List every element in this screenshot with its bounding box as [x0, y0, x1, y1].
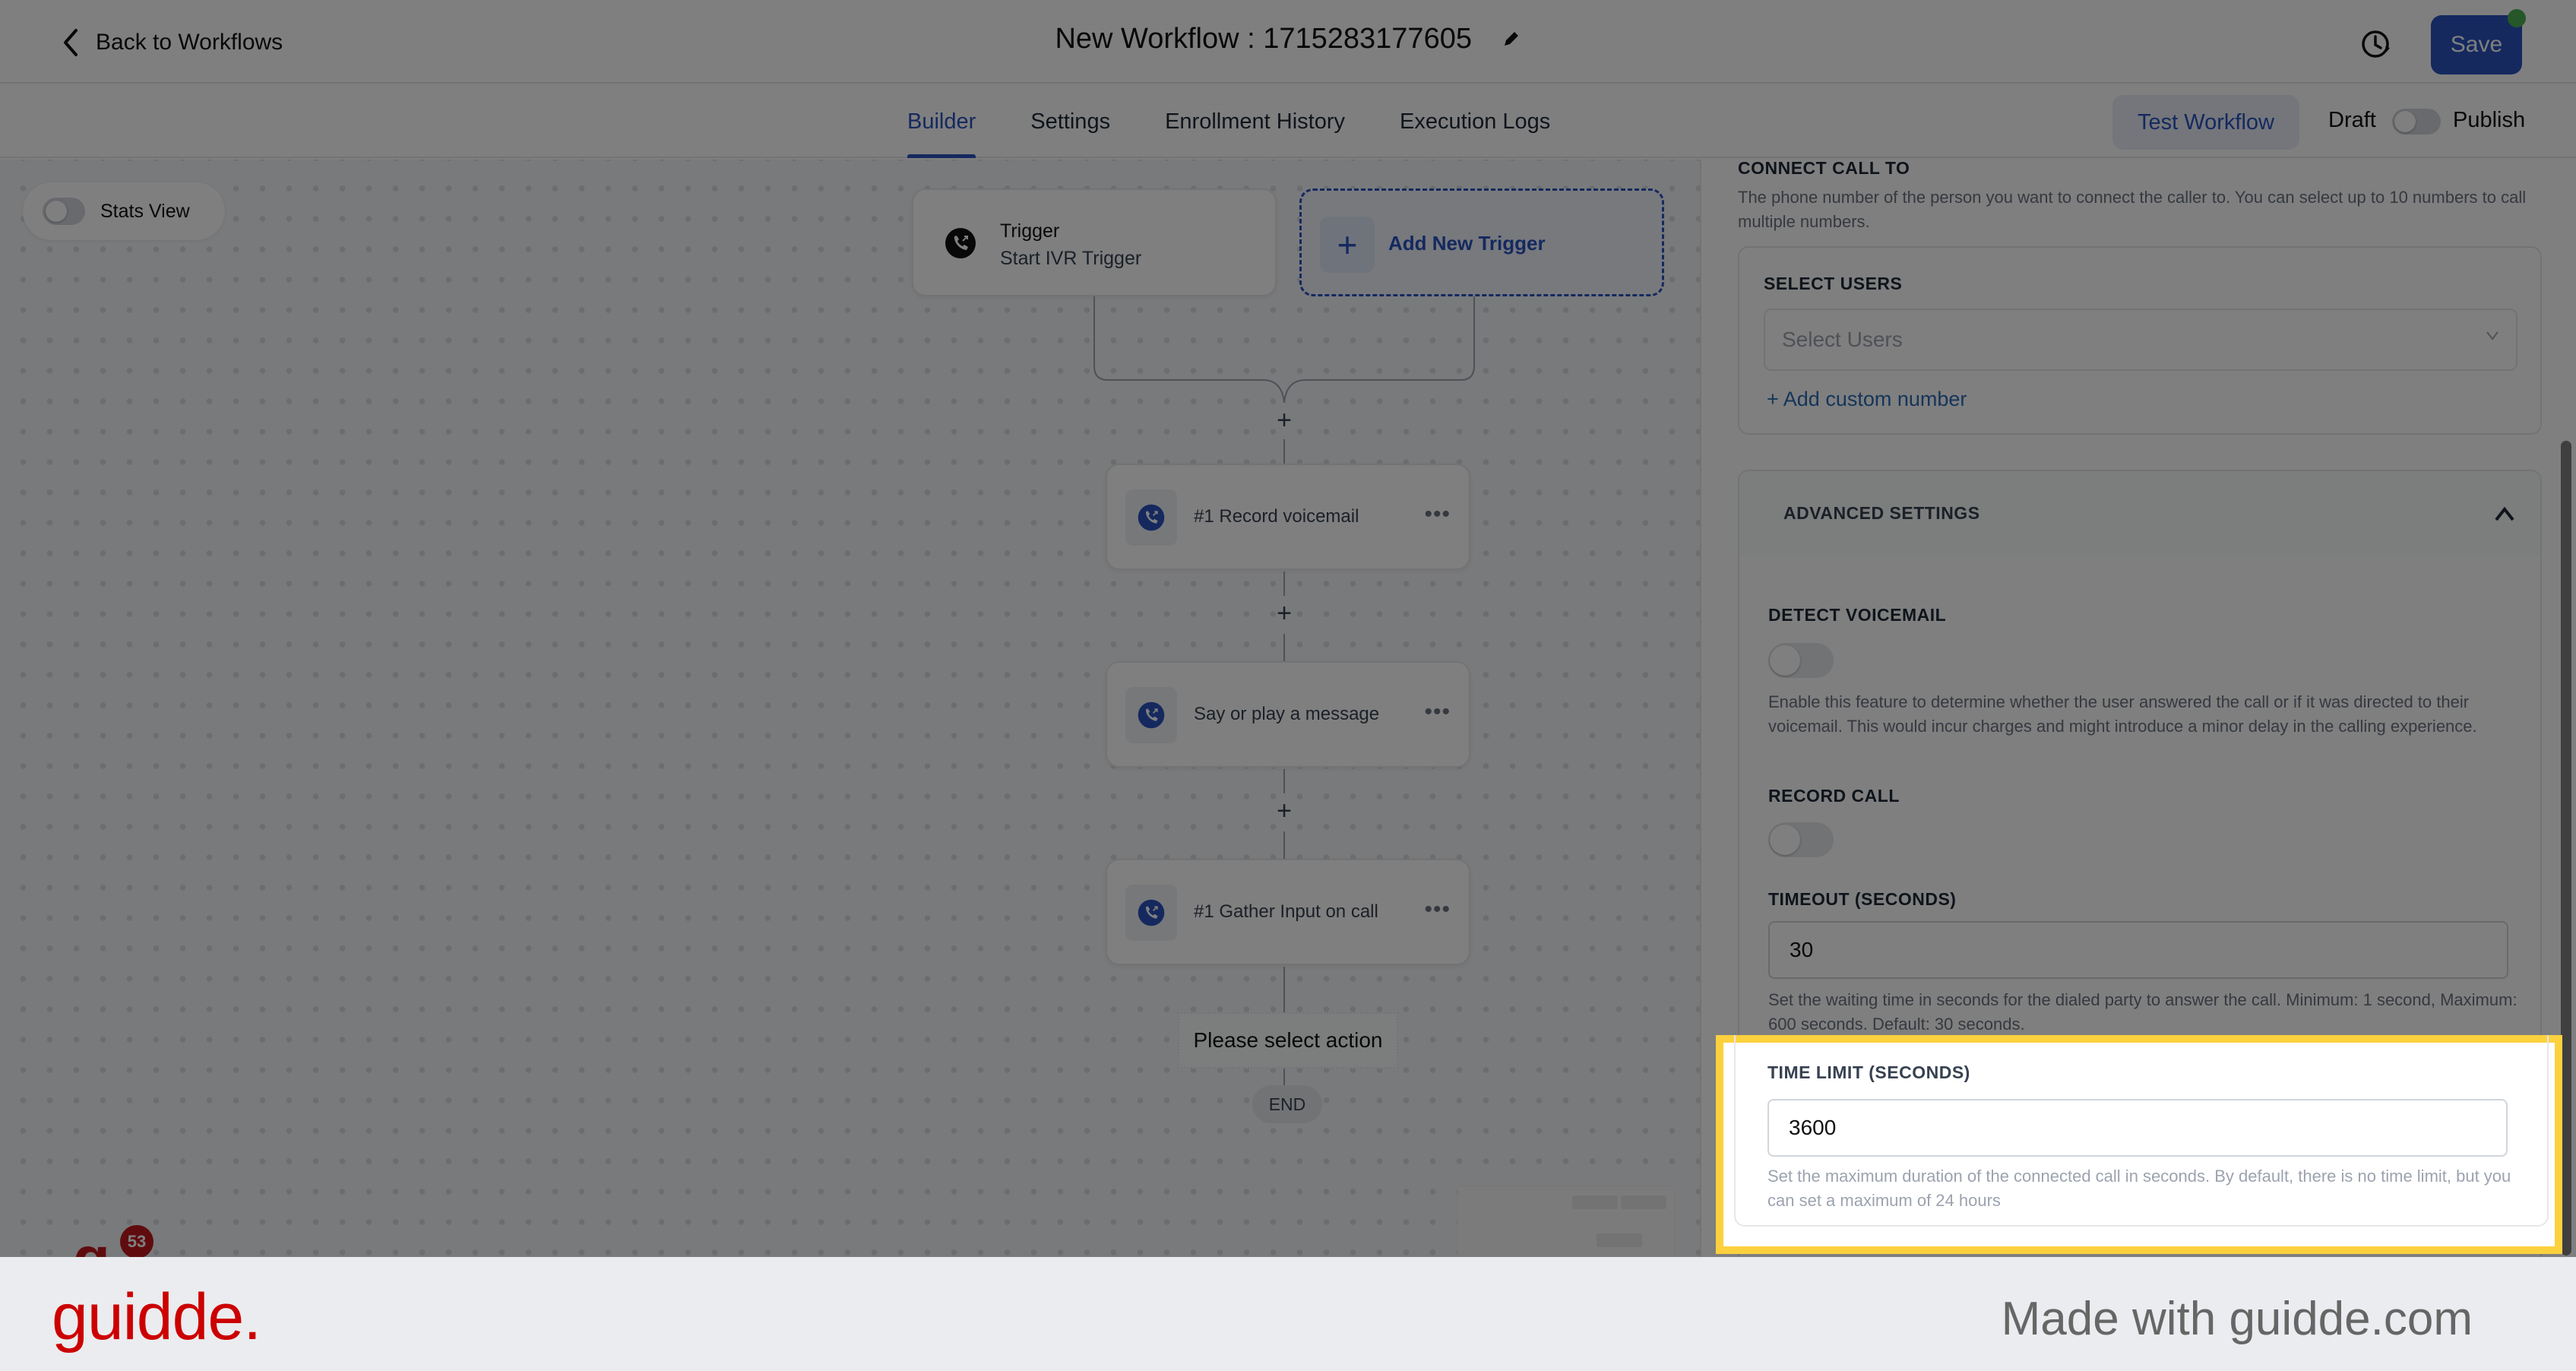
- time-limit-label: TIME LIMIT (SECONDS): [1767, 1062, 1970, 1082]
- record-call-label: RECORD CALL: [1768, 786, 1900, 806]
- advanced-settings-header[interactable]: ADVANCED SETTINGS: [1739, 471, 2540, 556]
- more-options-icon[interactable]: •••: [1424, 699, 1451, 725]
- top-bar: Back to Workflows New Workflow : 1715283…: [0, 0, 2576, 84]
- action-node-say-play-message[interactable]: Say or play a message •••: [1106, 661, 1470, 768]
- history-clock-icon[interactable]: [2359, 27, 2394, 62]
- connector-line: [1283, 572, 1285, 596]
- test-workflow-button[interactable]: Test Workflow: [2112, 95, 2299, 150]
- chevron-down-icon: [2486, 331, 2498, 340]
- stats-view-label: Stats View: [100, 200, 190, 222]
- detect-voicemail-toggle[interactable]: [1768, 643, 1834, 678]
- time-limit-input[interactable]: 3600: [1767, 1099, 2508, 1157]
- edit-pencil-icon[interactable]: [1502, 24, 1521, 56]
- action-node-gather-input[interactable]: #1 Gather Input on call •••: [1106, 859, 1470, 965]
- action-label: Say or play a message: [1194, 704, 1380, 724]
- timeout-input[interactable]: 30: [1768, 921, 2508, 979]
- phone-call-icon: [1138, 899, 1165, 926]
- select-users-dropdown[interactable]: Select Users: [1764, 309, 2517, 371]
- tab-bar: Builder Settings Enrollment History Exec…: [0, 85, 2576, 158]
- end-node: END: [1252, 1085, 1322, 1123]
- phone-call-icon: [1138, 701, 1165, 729]
- add-step-button[interactable]: +: [1269, 796, 1299, 826]
- draft-label: Draft: [2328, 108, 2376, 132]
- connect-call-to-help: The phone number of the person you want …: [1738, 188, 2527, 231]
- trigger-node[interactable]: Trigger Start IVR Trigger: [912, 188, 1277, 296]
- advanced-settings-title: ADVANCED SETTINGS: [1783, 503, 1980, 523]
- connector-line: [1283, 1069, 1285, 1085]
- select-action-placeholder[interactable]: Please select action: [1178, 1012, 1398, 1069]
- select-users-label: SELECT USERS: [1764, 274, 1903, 293]
- guidde-brand-logo: guidde.: [52, 1281, 261, 1354]
- connector-line: [1283, 831, 1285, 859]
- app-window: Back to Workflows New Workflow : 1715283…: [0, 0, 2576, 1257]
- minimap[interactable]: [1457, 1186, 1675, 1257]
- action-node-record-voicemail[interactable]: #1 Record voicemail •••: [1106, 464, 1470, 570]
- workflow-title-text: New Workflow : 1715283177605: [1055, 23, 1472, 55]
- stats-view-control: Stats View: [23, 182, 225, 240]
- workflow-canvas[interactable]: Stats View Trigger Start IVR Trigger + A…: [0, 160, 1700, 1257]
- phone-call-icon: [1138, 504, 1165, 531]
- workflow-title: New Workflow : 1715283177605: [0, 23, 2576, 56]
- add-step-button[interactable]: +: [1269, 406, 1299, 435]
- add-step-button[interactable]: +: [1269, 599, 1299, 629]
- add-new-trigger-button[interactable]: + Add New Trigger: [1299, 188, 1664, 296]
- add-new-trigger-label: Add New Trigger: [1388, 232, 1546, 255]
- trigger-title: Trigger: [1000, 220, 1060, 242]
- guidde-logo-icon: g: [73, 1228, 110, 1258]
- publish-toggle[interactable]: [2392, 109, 2441, 135]
- stats-view-toggle[interactable]: [43, 198, 85, 225]
- connector-line: [1283, 634, 1285, 661]
- timeout-label: TIMEOUT (SECONDS): [1768, 889, 1957, 909]
- detect-voicemail-help: Enable this feature to determine whether…: [1768, 692, 2477, 736]
- action-label: #1 Record voicemail: [1194, 506, 1359, 527]
- publish-label: Publish: [2453, 108, 2526, 132]
- connector-line: [1283, 967, 1285, 1012]
- time-limit-highlight: TIME LIMIT (SECONDS) 3600 Set the maximu…: [1716, 1035, 2562, 1254]
- connect-call-to-title: CONNECT CALL TO: [1738, 158, 1910, 178]
- chevron-up-icon[interactable]: [2493, 505, 2516, 523]
- detect-voicemail-label: DETECT VOICEMAIL: [1768, 605, 1947, 625]
- plus-icon: +: [1320, 217, 1375, 273]
- more-options-icon[interactable]: •••: [1424, 897, 1451, 923]
- connector-line: [1283, 769, 1285, 793]
- action-label: #1 Gather Input on call: [1194, 901, 1378, 922]
- tab-enrollment-history[interactable]: Enrollment History: [1165, 85, 1345, 158]
- trigger-merge-connector: [1093, 296, 1475, 403]
- timeout-help: Set the waiting time in seconds for the …: [1768, 990, 2517, 1034]
- tab-execution-logs[interactable]: Execution Logs: [1400, 85, 1550, 158]
- time-limit-help: Set the maximum duration of the connecte…: [1767, 1167, 2511, 1210]
- made-with-text: Made with guidde.com: [2001, 1293, 2473, 1345]
- save-button[interactable]: Save: [2431, 15, 2522, 74]
- panel-scrollbar[interactable]: [2561, 441, 2571, 1255]
- unsaved-status-dot: [2508, 9, 2526, 27]
- select-users-card: SELECT USERS Select Users + Add custom n…: [1738, 246, 2542, 435]
- record-call-toggle[interactable]: [1768, 822, 1834, 857]
- phone-call-icon: [944, 226, 977, 260]
- more-options-icon[interactable]: •••: [1424, 502, 1451, 527]
- tab-settings[interactable]: Settings: [1030, 85, 1110, 158]
- select-users-placeholder: Select Users: [1782, 328, 1903, 351]
- notification-badge: 53: [120, 1225, 153, 1257]
- guidde-footer: guidde. Made with guidde.com: [0, 1257, 2576, 1371]
- trigger-subtitle: Start IVR Trigger: [1000, 248, 1142, 269]
- connector-line: [1283, 439, 1285, 464]
- add-custom-number-link[interactable]: + Add custom number: [1767, 388, 1967, 411]
- tab-builder[interactable]: Builder: [907, 85, 976, 158]
